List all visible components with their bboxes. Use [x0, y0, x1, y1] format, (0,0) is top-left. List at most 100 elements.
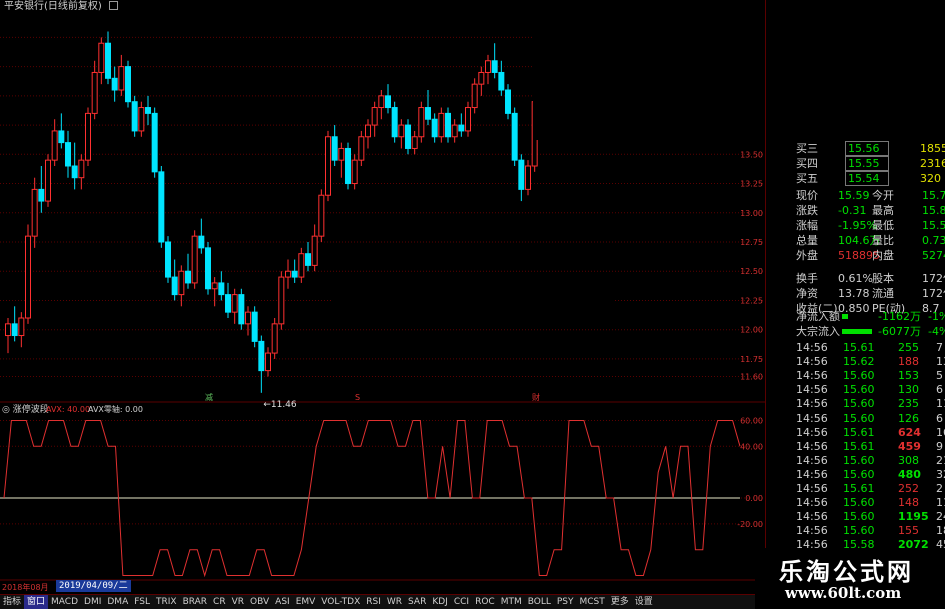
tick-volume: 1195: [898, 510, 929, 524]
stat-value: 15.89: [922, 204, 945, 217]
order-label: 买三: [796, 142, 818, 155]
tab-5[interactable]: FSL: [131, 595, 153, 609]
tab-16[interactable]: SAR: [405, 595, 429, 609]
tab-25[interactable]: 设置: [632, 595, 656, 609]
avx-zero-label: AVX零轴: 0.00: [88, 404, 143, 414]
tick-row: 14:56 15.60 235 11: [790, 396, 945, 411]
candle-down: [198, 235, 205, 249]
tab-17[interactable]: KDJ: [429, 595, 451, 609]
tab-12[interactable]: EMV: [293, 595, 319, 609]
candle-up: [278, 276, 285, 325]
flow-value: -1162万: [878, 310, 921, 323]
event-marker[interactable]: S: [355, 393, 360, 402]
stat-label: 涨跌: [796, 204, 818, 217]
obscured-region: [332, 285, 614, 323]
flow-bar: [842, 314, 848, 319]
indicator-tick-label: -20.00: [737, 520, 763, 529]
tab-1[interactable]: 窗口: [24, 595, 49, 609]
tab-7[interactable]: BRAR: [180, 595, 210, 609]
tick-price: 15.60: [843, 411, 875, 425]
tab-19[interactable]: ROC: [472, 595, 498, 609]
candle-down: [145, 107, 151, 114]
tab-13[interactable]: VOL-TDX: [318, 595, 363, 609]
tick-count: 21: [936, 453, 945, 467]
candle-up: [311, 235, 318, 266]
tab-0[interactable]: 指标: [0, 595, 24, 609]
candle-down: [165, 241, 171, 278]
event-marker[interactable]: 财: [532, 392, 540, 402]
stat-value: 15.59: [838, 189, 870, 202]
stat-row: 净资 13.78流通 172亿: [790, 286, 945, 301]
tick-row: 14:56 15.62 188 13: [790, 354, 945, 369]
tick-price: 15.61: [843, 482, 875, 495]
candle-down: [58, 130, 65, 144]
tab-23[interactable]: MCST: [577, 595, 608, 609]
stat-label: 流通: [872, 287, 894, 300]
candle-up: [31, 188, 38, 237]
flow-pct: -1%: [928, 310, 945, 323]
candle-down: [105, 42, 111, 79]
tab-21[interactable]: BOLL: [525, 595, 554, 609]
tick-time: 14:56: [796, 453, 828, 467]
candle-up: [485, 60, 491, 73]
order-price: 15.54: [845, 171, 889, 186]
tick-volume: 130: [898, 383, 919, 397]
order-volume: 320: [920, 172, 941, 185]
candle-down: [291, 270, 298, 278]
tab-4[interactable]: DMA: [104, 595, 131, 609]
tab-8[interactable]: CR: [210, 595, 229, 609]
tab-11[interactable]: ASI: [272, 595, 293, 609]
tick-row: 14:56 15.61 255 7: [790, 340, 945, 355]
stat-label: 股本: [872, 272, 894, 285]
candle-up: [398, 124, 405, 138]
candle-up: [5, 323, 11, 337]
stat-value: 15.57: [922, 219, 945, 232]
tick-time: 14:56: [796, 383, 828, 397]
stat-value: 13.78: [838, 287, 870, 300]
flow-bar: [842, 329, 872, 334]
tick-count: 32: [936, 467, 945, 481]
tab-18[interactable]: CCI: [451, 595, 472, 609]
tick-price: 15.62: [843, 355, 875, 369]
candle-down: [511, 112, 518, 161]
order-volume: 1855: [920, 142, 945, 155]
tick-count: 6: [936, 411, 943, 425]
tick-time: 14:56: [796, 411, 828, 425]
tab-22[interactable]: PSY: [554, 595, 577, 609]
tab-2[interactable]: MACD: [48, 595, 81, 609]
indicator-tabs: 指标 窗口 MACD DMI DMA FSL TRIX BRAR CR VR OBV ASI EMV VO…: [0, 594, 765, 609]
tick-volume: 188: [898, 355, 919, 369]
stat-row: 外盘518895内盘527468: [790, 248, 945, 263]
candle-up: [138, 107, 145, 132]
candle-down: [125, 66, 131, 103]
stat-value: 172亿: [922, 272, 945, 285]
tick-count: 11: [936, 397, 945, 411]
tick-volume: 459: [898, 439, 921, 453]
candle-up: [371, 107, 378, 126]
candle-up: [418, 107, 425, 138]
date-badge: 2019/04/09/二: [56, 580, 131, 592]
tab-9[interactable]: VR: [229, 595, 247, 609]
candle-up: [118, 66, 125, 91]
candle-down: [251, 311, 258, 342]
indicator-tick-label: 0.00: [745, 494, 763, 503]
tick-price: 15.61: [843, 341, 875, 354]
tab-24[interactable]: 更多: [608, 595, 632, 609]
candle-up: [478, 71, 485, 85]
tab-10[interactable]: OBV: [247, 595, 272, 609]
candle-up: [318, 194, 325, 237]
tick-volume: 148: [898, 496, 919, 510]
event-marker[interactable]: 减: [205, 392, 213, 402]
window-toggle-icon[interactable]: [109, 1, 118, 10]
tick-price: 15.60: [843, 453, 875, 467]
tab-6[interactable]: TRIX: [153, 595, 180, 609]
stat-row: 涨跌 -0.31 最高 15.89: [790, 203, 945, 218]
candle-down: [345, 147, 351, 185]
tab-15[interactable]: WR: [384, 595, 405, 609]
tab-20[interactable]: MTM: [498, 595, 525, 609]
tab-14[interactable]: RSI: [363, 595, 384, 609]
price-tick-label: 13.25: [740, 180, 763, 189]
flow-row: 净流入额 -1162万 -1%: [790, 309, 945, 324]
tab-3[interactable]: DMI: [81, 595, 104, 609]
candle-up: [378, 95, 385, 109]
